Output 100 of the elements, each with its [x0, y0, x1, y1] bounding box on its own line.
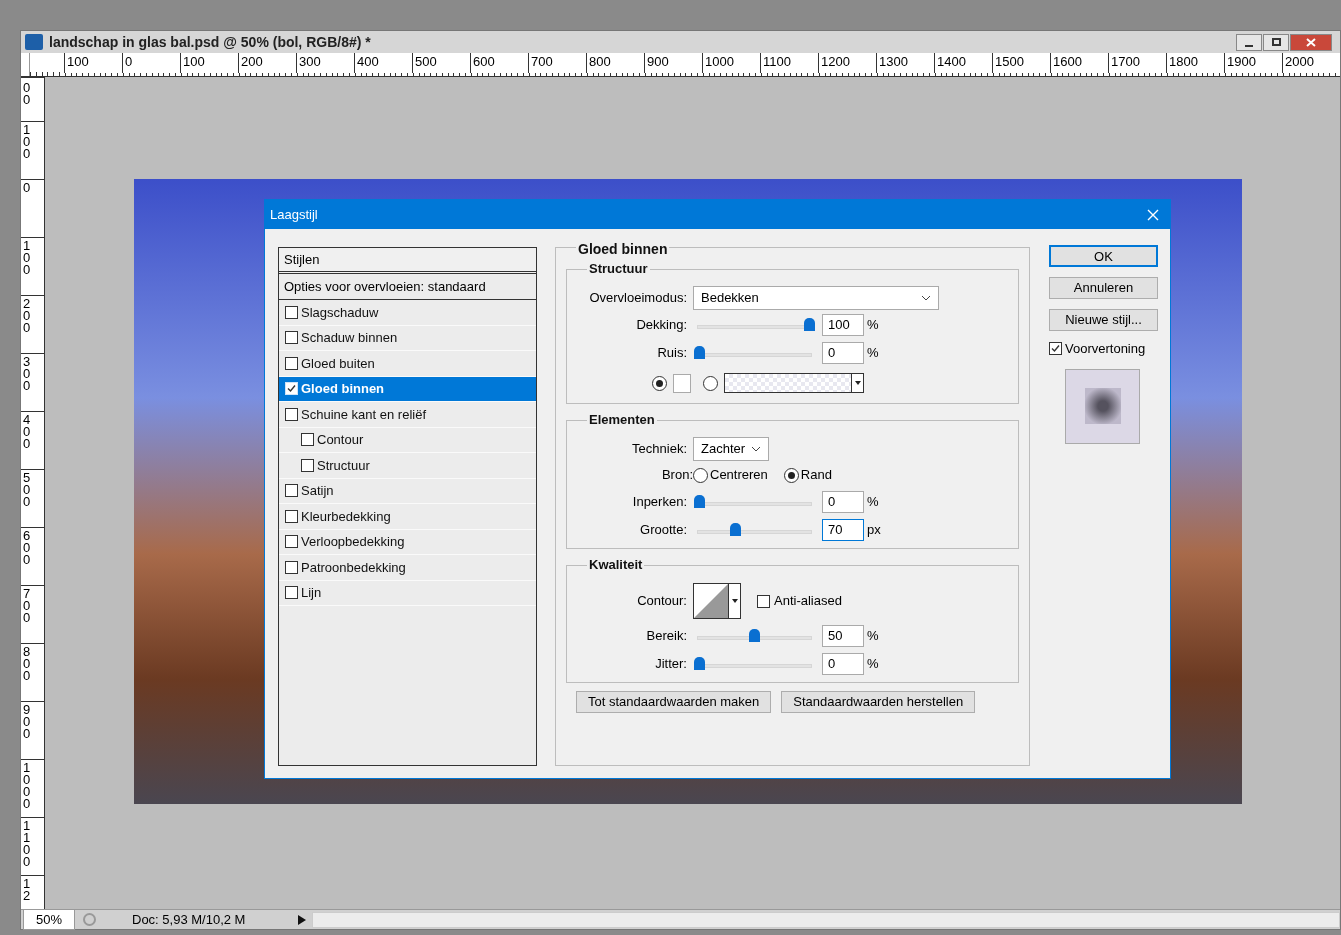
clock-icon	[83, 913, 96, 926]
ruler-label: 400	[21, 411, 44, 469]
field-label: Bereik:	[645, 627, 688, 646]
ruler-label: 200	[21, 295, 44, 353]
chevron-down-icon	[751, 445, 762, 452]
style-list-item[interactable]: Patroonbedekking	[279, 555, 536, 581]
ruler-label: 500	[21, 469, 44, 527]
radio-button[interactable]	[693, 467, 708, 483]
slider[interactable]	[694, 629, 815, 643]
zoom-field[interactable]: 50%	[23, 908, 75, 931]
checkbox[interactable]	[301, 433, 314, 447]
dropdown-arrow-icon	[854, 381, 861, 385]
ruler-label: 300	[21, 353, 44, 411]
dialog-button[interactable]: Annuleren	[1049, 277, 1158, 299]
value-input[interactable]: 100	[822, 314, 864, 336]
style-list-item[interactable]: Structuur	[279, 453, 536, 479]
checkbox[interactable]	[285, 484, 298, 498]
styles-header[interactable]: Stijlen	[279, 248, 536, 274]
checkbox[interactable]	[285, 331, 298, 345]
radio-label[interactable]: Rand	[800, 465, 832, 485]
checkbox-label[interactable]: Anti-aliased	[774, 591, 842, 611]
chevron-down-icon	[921, 294, 931, 301]
style-list-item[interactable]: Schaduw binnen	[279, 325, 536, 351]
field-label: Inperken:	[631, 493, 688, 512]
value-input[interactable]: 0	[822, 491, 864, 513]
ruler-label: 900	[21, 701, 44, 759]
style-list-item[interactable]: Schuine kant en reliëf	[279, 402, 536, 428]
dialog-button[interactable]: OK	[1049, 245, 1158, 267]
slider[interactable]	[694, 523, 815, 537]
style-list-item[interactable]: Kleurbedekking	[279, 504, 536, 530]
defaults-button[interactable]: Standaardwaarden herstellen	[781, 691, 976, 713]
checkbox[interactable]	[285, 407, 298, 421]
dropdown-arrow-icon	[731, 599, 738, 603]
radio-button[interactable]	[652, 375, 667, 391]
radio-button[interactable]	[783, 467, 799, 483]
close-icon	[1306, 37, 1316, 47]
slider[interactable]	[694, 318, 815, 332]
blend-mode-dropdown[interactable]: Bedekken	[693, 285, 939, 310]
slider-thumb[interactable]	[730, 523, 742, 536]
style-list-item[interactable]: Slagschaduw	[279, 300, 536, 326]
gradient-picker[interactable]	[724, 373, 864, 393]
style-list-item[interactable]: Gloed buiten	[279, 351, 536, 377]
checkbox[interactable]	[285, 535, 298, 549]
horizontal-scrollbar[interactable]	[312, 911, 1340, 928]
field-label: Grootte:	[639, 521, 688, 540]
field-label: Techniek:	[631, 439, 688, 458]
slider[interactable]	[694, 346, 815, 360]
ruler-label: 100	[21, 237, 44, 295]
field-label: Dekking:	[635, 316, 688, 335]
unit-label: %	[867, 316, 879, 335]
style-list-item[interactable]: Lijn	[279, 580, 536, 606]
style-list-item[interactable]: Contour	[279, 427, 536, 453]
checkbox-label[interactable]: Voorvertoning	[1065, 339, 1146, 359]
slider-thumb[interactable]	[694, 346, 705, 359]
maximize-button[interactable]	[1263, 33, 1289, 51]
color-swatch[interactable]	[673, 373, 691, 393]
technique-dropdown[interactable]: Zachter	[693, 436, 770, 461]
blending-options-item[interactable]: Opties voor overvloeien: standaard	[279, 274, 536, 300]
value-input[interactable]: 70	[822, 519, 864, 541]
minimize-button[interactable]	[1236, 33, 1262, 51]
defaults-button[interactable]: Tot standaardwaarden maken	[576, 691, 772, 713]
radio-label[interactable]: Centreren	[710, 465, 768, 485]
checkbox[interactable]	[757, 594, 770, 608]
slider[interactable]	[694, 657, 815, 671]
slider[interactable]	[694, 495, 815, 509]
value-input[interactable]: 50	[822, 625, 864, 647]
close-icon[interactable]	[1147, 208, 1159, 221]
checkbox[interactable]	[285, 305, 298, 319]
field-label: Jitter:	[654, 655, 688, 674]
style-list-item[interactable]: Gloed binnen	[279, 376, 536, 402]
slider-thumb[interactable]	[804, 318, 815, 331]
checkbox[interactable]	[301, 458, 314, 472]
checkbox[interactable]	[285, 356, 298, 370]
value-input[interactable]: 0	[822, 653, 864, 675]
dialog-button[interactable]: Nieuwe stijl...	[1049, 309, 1158, 331]
unit-label: %	[867, 493, 879, 512]
field-label: Overvloeimodus:	[588, 288, 688, 307]
unit-label: px	[867, 521, 881, 540]
style-list-item[interactable]: Satijn	[279, 478, 536, 504]
field-label: Contour:	[636, 592, 688, 611]
unit-label: %	[867, 627, 879, 646]
close-button[interactable]	[1290, 33, 1332, 51]
radio-button[interactable]	[703, 375, 718, 391]
checkbox[interactable]	[285, 560, 298, 574]
ruler-label: 100	[21, 121, 44, 179]
document-size: Doc: 5,93 M/10,2 M	[132, 910, 247, 929]
checked-checkbox[interactable]	[1049, 342, 1062, 356]
slider-thumb[interactable]	[694, 657, 705, 670]
unit-label: %	[867, 344, 879, 363]
contour-picker[interactable]	[693, 583, 741, 619]
ruler-label: 00	[21, 77, 44, 121]
style-list-item[interactable]: Verloopbedekking	[279, 529, 536, 555]
checkbox[interactable]	[285, 586, 298, 600]
play-arrow-icon[interactable]	[298, 914, 306, 925]
slider-thumb[interactable]	[749, 629, 760, 642]
ruler-label: 600	[21, 527, 44, 585]
checkbox[interactable]	[285, 509, 298, 523]
ruler-label: 1100	[21, 817, 44, 875]
value-input[interactable]: 0	[822, 342, 864, 364]
slider-thumb[interactable]	[694, 495, 705, 508]
